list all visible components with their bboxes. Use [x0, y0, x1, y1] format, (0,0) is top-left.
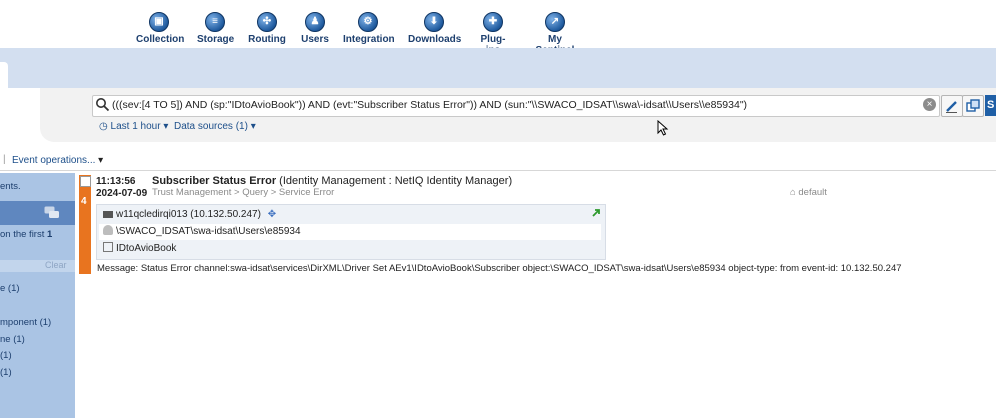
event-user: \SWACO_IDSAT\swa-idsat\Users\e85934 [116, 226, 301, 237]
mouse-cursor-icon [657, 120, 669, 136]
nav-collection[interactable]: ▣ Collection [136, 12, 185, 45]
event-service-row[interactable]: IDtoAvioBook [99, 241, 601, 257]
toolbar-separator: | [3, 154, 6, 165]
event-title: Subscriber Status Error [152, 175, 277, 187]
sidebar-clear-bar: Clear [0, 260, 75, 272]
collection-icon: ▣ [149, 12, 169, 32]
facet-item[interactable]: (1) [0, 367, 12, 378]
nav-storage[interactable]: ≡ Storage [197, 12, 235, 45]
severity-bar [79, 175, 91, 274]
my-sentinel-icon: ↗ [545, 12, 565, 32]
search-icon [96, 98, 110, 112]
nav-routing[interactable]: ✣ Routing [248, 12, 286, 45]
data-sources-label: Data sources (1) [174, 121, 248, 132]
integration-icon: ⚙ [358, 12, 378, 32]
event-time: 11:13:56 [96, 176, 136, 187]
nav-collection-label: Collection [136, 34, 185, 45]
nav-integration[interactable]: ⚙ Integration [343, 12, 395, 45]
nav-routing-label: Routing [248, 34, 286, 45]
severity-value: 4 [81, 196, 87, 207]
copy-icon [966, 99, 980, 112]
pencil-icon [946, 101, 957, 113]
nav-integration-label: Integration [343, 34, 395, 45]
clear-facets-link[interactable]: Clear [45, 260, 67, 270]
chevron-down-icon: ▾ [98, 155, 104, 166]
nav-users-label: Users [301, 34, 329, 45]
computer-icon [103, 211, 113, 218]
header-band [0, 48, 996, 88]
data-sources-selector[interactable]: Data sources (1) ▾ [174, 121, 256, 132]
facet-item[interactable]: ne (1) [0, 334, 25, 345]
users-icon: ♟ [305, 12, 325, 32]
storage-icon: ≡ [205, 12, 225, 32]
clear-search-icon[interactable]: × [923, 98, 936, 111]
event-operations-label: Event operations... [12, 155, 96, 166]
search-query-text[interactable]: (((sev:[4 TO 5]) AND (sp:"IDtoAvioBook")… [112, 99, 747, 111]
facet-item[interactable]: (1) [0, 350, 12, 361]
clock-icon: ◷ [99, 121, 108, 132]
tag-icon: ⌂ [790, 187, 796, 198]
nav-downloads[interactable]: ⬇ Downloads [408, 12, 462, 45]
routing-icon: ✣ [257, 12, 277, 32]
time-range-label: Last 1 hour [110, 121, 161, 132]
results-toolbar: | Event operations... ▾ [0, 152, 996, 170]
network-icon: ✥ [267, 209, 277, 220]
downloads-icon: ⬇ [424, 12, 444, 32]
event-host: w11qcledirqi013 (10.132.50.247) [116, 209, 261, 220]
event-message: Message: Status Error channel:swa-idsat\… [97, 263, 902, 274]
facet-item[interactable]: e (1) [0, 283, 20, 294]
event-tag-label: default [798, 187, 827, 198]
sidebar-limit-prefix: on the first [0, 229, 47, 240]
chat-icon[interactable] [44, 206, 60, 220]
event-detail-box: w11qcledirqi013 (10.132.50.247) ✥ \SWACO… [96, 204, 606, 260]
facet-sidebar: ents. on the first 1 Clear e (1) mponent… [0, 173, 75, 418]
service-icon [103, 242, 113, 252]
search-submit-button[interactable]: S [985, 95, 996, 116]
event-tag[interactable]: ⌂ default [790, 187, 827, 198]
event-title-line[interactable]: Subscriber Status Error (Identity Manage… [152, 175, 512, 187]
nav-storage-label: Storage [197, 34, 235, 45]
event-title-detail: (Identity Management : NetIQ Identity Ma… [279, 175, 513, 187]
event-user-row[interactable]: \SWACO_IDSAT\swa-idsat\Users\e85934 [99, 224, 601, 240]
nav-users[interactable]: ♟ Users [300, 12, 330, 45]
sidebar-limit-text: on the first 1 [0, 229, 52, 240]
event-service: IDtoAvioBook [116, 243, 177, 254]
event-date: 2024-07-09 [96, 188, 148, 199]
nav-downloads-label: Downloads [408, 34, 462, 45]
divider [0, 170, 996, 171]
event-select-checkbox[interactable] [80, 176, 91, 187]
sidebar-info-text: ents. [0, 181, 21, 192]
facet-item[interactable]: mponent (1) [0, 317, 51, 328]
user-icon [103, 225, 113, 235]
event-taxonomy: Trust Management > Query > Service Error [152, 187, 335, 198]
sidebar-header-bar [0, 201, 75, 225]
active-tab-edge [0, 62, 8, 88]
plugins-icon: ✚ [483, 12, 503, 32]
event-operations-menu[interactable]: Event operations... ▾ [12, 155, 103, 166]
top-navigation: ▣ Collection ≡ Storage ✣ Routing ♟ Users… [0, 0, 996, 56]
sidebar-limit-count: 1 [47, 229, 53, 240]
edit-query-button[interactable] [941, 95, 963, 117]
copy-query-button[interactable] [962, 95, 984, 117]
chevron-down-icon: ▾ [250, 121, 256, 132]
time-range-selector[interactable]: ◷ Last 1 hour ▾ [99, 121, 168, 132]
chevron-down-icon: ▾ [163, 121, 169, 132]
event-host-row[interactable]: w11qcledirqi013 (10.132.50.247) ✥ [99, 207, 601, 223]
